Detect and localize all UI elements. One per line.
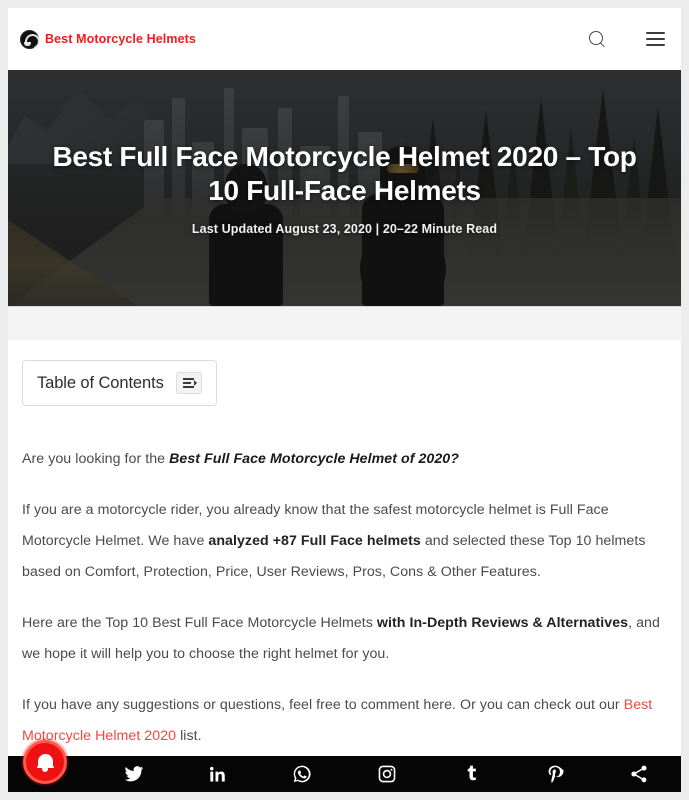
share-twitter-button[interactable] [92, 756, 176, 792]
paragraph-reviews-bold: with In-Depth Reviews & Alternatives [376, 615, 629, 631]
table-of-contents-box[interactable]: Table of Contents [22, 360, 217, 406]
hero-content: Best Full Face Motorcycle Helmet 2020 – … [8, 70, 681, 306]
header-actions [585, 27, 667, 51]
page-title: Best Full Face Motorcycle Helmet 2020 – … [52, 141, 637, 206]
share-tumblr-button[interactable] [429, 756, 513, 792]
hero-banner: Best Full Face Motorcycle Helmet 2020 – … [8, 70, 681, 306]
section-separator [8, 306, 681, 340]
share-instagram-button[interactable] [345, 756, 429, 792]
brand-name: Best Motorcycle Helmets [45, 32, 196, 46]
site-logo[interactable]: Best Motorcycle Helmets [20, 29, 196, 49]
whatsapp-icon [292, 764, 312, 784]
search-icon[interactable] [585, 27, 609, 51]
bell-icon [36, 753, 54, 772]
pinterest-icon [545, 764, 565, 784]
paragraph-suggestions-part1: If you have any suggestions or questions… [22, 697, 624, 713]
share-pinterest-button[interactable] [513, 756, 597, 792]
paragraph-suggestions-part2: list. [176, 728, 202, 744]
paragraph-intro-emphasis: Best Full Face Motorcycle Helmet of 2020… [169, 451, 459, 467]
paragraph-reviews: Here are the Top 10 Best Full Face Motor… [22, 608, 667, 670]
table-of-contents-label: Table of Contents [37, 373, 164, 392]
share-whatsapp-button[interactable] [260, 756, 344, 792]
social-share-bar [8, 756, 681, 792]
helmet-logo-icon [20, 29, 39, 49]
twitter-icon [124, 764, 144, 784]
paragraph-intro-text: Are you looking for the [22, 451, 170, 467]
instagram-icon [377, 764, 397, 784]
notification-bell-button[interactable] [23, 740, 67, 784]
article-meta: Last Updated August 23, 2020 | 20–22 Min… [191, 222, 498, 236]
share-icon [629, 764, 649, 784]
paragraph-analysis: If you are a motorcycle rider, you alrea… [22, 495, 667, 588]
paragraph-analysis-bold: analyzed +87 Full Face helmets [208, 533, 421, 549]
page-root: Best Motorcycle Helmets Best Full Face M… [0, 0, 689, 800]
tumblr-icon [461, 764, 481, 784]
paragraph-intro: Are you looking for the Best Full Face M… [22, 444, 667, 475]
share-linkedin-button[interactable] [176, 756, 260, 792]
article-body: Table of Contents Are you looking for th… [8, 340, 681, 800]
paragraph-reviews-part1: Here are the Top 10 Best Full Face Motor… [22, 615, 377, 631]
hamburger-menu-icon[interactable] [643, 27, 667, 51]
toc-toggle-icon[interactable] [175, 372, 202, 394]
paragraph-suggestions: If you have any suggestions or questions… [22, 690, 667, 752]
share-more-button[interactable] [597, 756, 681, 792]
site-header: Best Motorcycle Helmets [8, 8, 681, 70]
linkedin-icon [208, 764, 228, 784]
